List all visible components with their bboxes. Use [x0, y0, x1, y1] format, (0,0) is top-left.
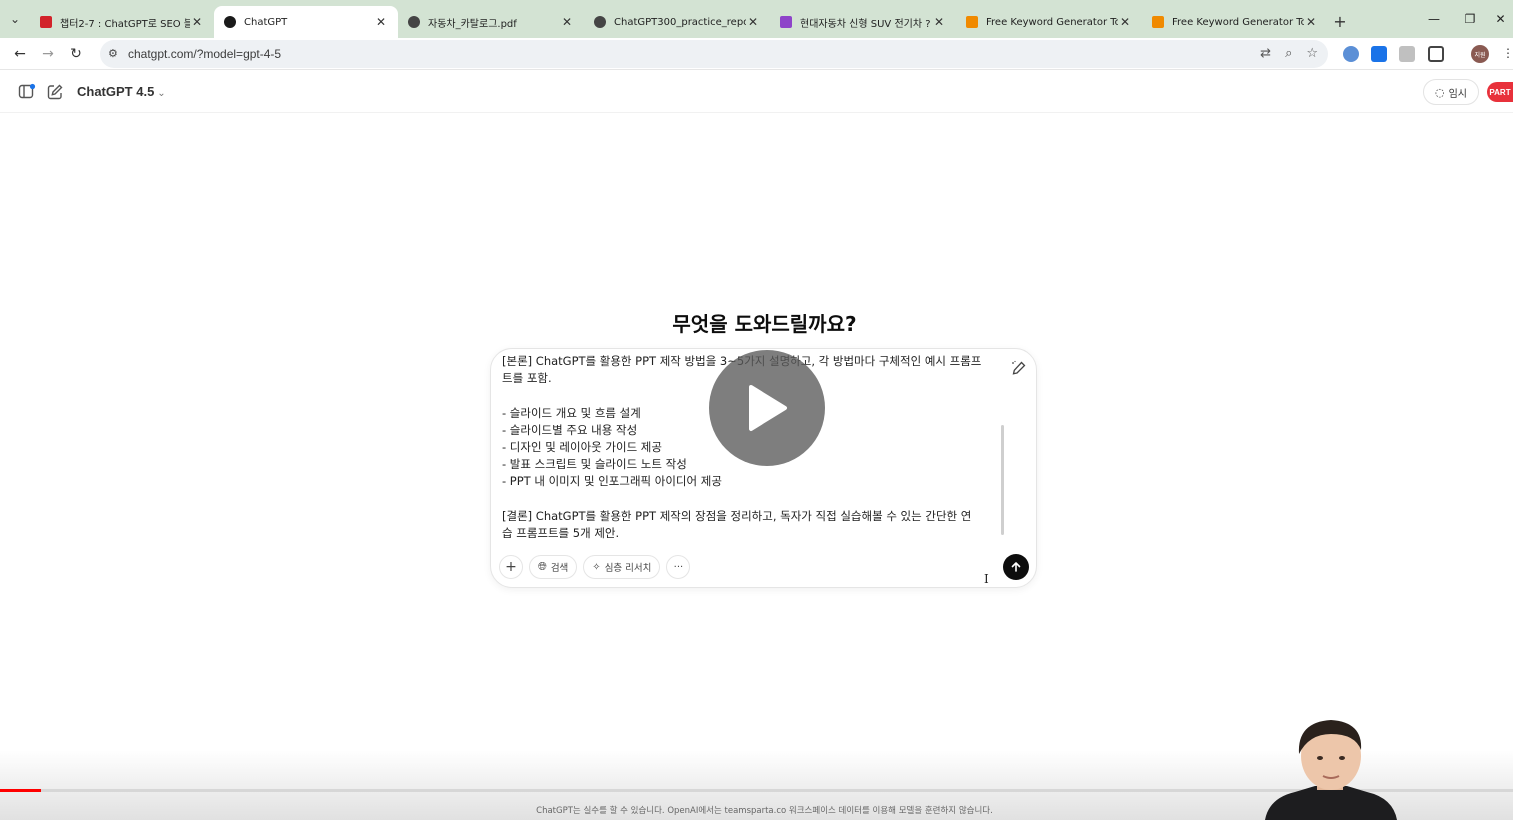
url-text: chatgpt.com/?model=gpt-4-5 — [128, 47, 282, 61]
model-name-label: ChatGPT 4.5 — [77, 84, 155, 99]
tab-label: ChatGPT300_practice_report.p — [614, 16, 746, 28]
tab-close-icon[interactable]: ✕ — [560, 15, 574, 29]
plus-icon: + — [505, 559, 517, 575]
search-tool-button[interactable]: 🌐︎ 검색 — [529, 555, 578, 579]
browser-tab[interactable]: 챕터2-7 : ChatGPT로 SEO 블로 ✕ — [30, 6, 214, 38]
browser-tab-strip: ⌄ 챕터2-7 : ChatGPT로 SEO 블로 ✕ ChatGPT ✕ 자동차_카탈… — [0, 0, 1513, 38]
sidebar-toggle-icon[interactable] — [18, 83, 36, 101]
tab-favicon-icon — [224, 16, 236, 28]
temporary-chat-icon: ◌ — [1434, 85, 1445, 99]
tab-close-icon[interactable]: ✕ — [1304, 15, 1318, 29]
edit-pen-icon[interactable] — [1010, 359, 1028, 377]
zoom-icon[interactable]: ⌕ — [1285, 46, 1292, 61]
extension-icon[interactable] — [1399, 46, 1415, 62]
deep-research-button[interactable]: ✧ 심층 리서치 — [583, 555, 661, 579]
tab-label: ChatGPT — [244, 16, 288, 28]
tab-label: 현대자동차 신형 SUV 전기차 ? — [800, 18, 931, 30]
arrow-up-icon — [1011, 562, 1021, 572]
composer-scrollbar[interactable] — [1001, 425, 1004, 535]
add-attachment-button[interactable]: + — [499, 555, 523, 579]
chevron-down-icon: ⌄ — [157, 88, 166, 99]
browser-tab[interactable]: Free Keyword Generator Tool:✕ — [1142, 6, 1328, 38]
tab-search-icon[interactable]: ⌄ — [0, 0, 30, 38]
browser-tab[interactable]: 자동차_카탈로그.pdf ✕ — [398, 6, 584, 38]
prompt-line: - PPT 내 이미지 및 인포그래픽 아이디어 제공 — [502, 474, 722, 489]
tab-favicon-icon — [594, 16, 606, 28]
tab-close-icon[interactable]: ✕ — [932, 15, 946, 29]
prompt-line: [결론] ChatGPT를 활용한 PPT 제작의 장점을 정리하고, 독자가 … — [502, 508, 972, 523]
temporary-chat-button[interactable]: ◌ 임시 — [1423, 79, 1479, 105]
telescope-icon: ✧ — [592, 561, 601, 573]
send-button[interactable] — [1003, 554, 1029, 580]
tab-favicon-icon — [966, 16, 978, 28]
browser-toolbar: ← → ↻ ⚙ chatgpt.com/?model=gpt-4-5 ⇄ ⌕ ☆… — [0, 38, 1513, 70]
browser-menu-icon[interactable]: ⋮ — [1502, 46, 1513, 62]
tab-favicon-icon — [408, 16, 420, 28]
tab-close-icon[interactable]: ✕ — [1118, 15, 1132, 29]
chatgpt-header: ChatGPT 4.5 ⌄ ◌ 임시 PART — [0, 71, 1513, 113]
reload-icon[interactable]: ↻ — [62, 40, 90, 68]
tab-close-icon[interactable]: ✕ — [190, 15, 204, 29]
new-chat-icon[interactable] — [46, 83, 64, 101]
browser-tab[interactable]: Free Keyword Generator Tool:✕ — [956, 6, 1142, 38]
temporary-chat-label: 임시 — [1448, 88, 1467, 100]
prompt-line — [502, 491, 1002, 508]
new-tab-icon[interactable]: + — [1328, 12, 1352, 31]
deep-research-label: 심층 리서치 — [604, 563, 652, 574]
search-tool-label: 검색 — [550, 563, 569, 574]
profile-avatar[interactable]: 지원 — [1471, 45, 1489, 63]
tab-favicon-icon — [1152, 16, 1164, 28]
extension-icon[interactable] — [1371, 46, 1387, 62]
play-icon — [749, 385, 787, 431]
restore-icon[interactable]: ❐ — [1452, 0, 1488, 38]
close-window-icon[interactable]: ✕ — [1488, 0, 1513, 38]
globe-icon: 🌐︎ — [538, 560, 547, 573]
site-info-icon[interactable]: ⚙ — [108, 47, 122, 61]
model-selector[interactable]: ChatGPT 4.5 ⌄ — [77, 84, 166, 99]
tab-list: 챕터2-7 : ChatGPT로 SEO 블로 ✕ ChatGPT ✕ 자동차_카탈로그… — [30, 0, 1328, 38]
back-icon[interactable]: ← — [6, 40, 34, 68]
tab-label: Free Keyword Generator Tool: — [986, 16, 1118, 28]
tab-favicon-icon — [780, 16, 792, 28]
tab-label: 챕터2-7 : ChatGPT로 SEO 블로 — [60, 18, 190, 30]
address-bar[interactable]: ⚙ chatgpt.com/?model=gpt-4-5 ⇄ ⌕ ☆ — [100, 40, 1328, 68]
minimize-icon[interactable]: — — [1416, 0, 1452, 38]
more-tools-button[interactable]: ··· — [666, 555, 691, 579]
ellipsis-icon: ··· — [673, 561, 684, 573]
bookmark-star-icon[interactable]: ☆ — [1306, 46, 1318, 61]
tab-favicon-icon — [40, 16, 52, 28]
text-cursor-icon: I — [984, 572, 989, 586]
page-title: 무엇을 도와드릴까요? — [672, 312, 857, 336]
forward-icon[interactable]: → — [34, 40, 62, 68]
video-play-button[interactable] — [709, 350, 825, 466]
webcam-presenter-image — [1265, 720, 1397, 820]
browser-tab[interactable]: ChatGPT300_practice_report.p✕ — [584, 6, 770, 38]
prompt-line: 습 프롬프트를 5개 제안. — [502, 526, 620, 540]
composer-toolbar: + 🌐︎ 검색 ✧ 심층 리서치 ··· — [499, 555, 691, 579]
browser-tab[interactable]: 현대자동차 신형 SUV 전기차 ? ✕ — [770, 6, 956, 38]
extension-icon[interactable] — [1343, 46, 1359, 62]
extensions-puzzle-icon[interactable] — [1428, 46, 1444, 62]
user-avatar-badge[interactable]: PART — [1487, 82, 1513, 102]
tab-label: 자동차_카탈로그.pdf — [428, 18, 517, 30]
tab-label: Free Keyword Generator Tool: — [1172, 16, 1304, 28]
browser-tab[interactable]: ChatGPT ✕ — [214, 6, 398, 38]
video-progress-fill — [0, 789, 41, 792]
tab-close-icon[interactable]: ✕ — [374, 15, 388, 29]
translate-icon[interactable]: ⇄ — [1260, 46, 1271, 61]
tab-close-icon[interactable]: ✕ — [746, 15, 760, 29]
